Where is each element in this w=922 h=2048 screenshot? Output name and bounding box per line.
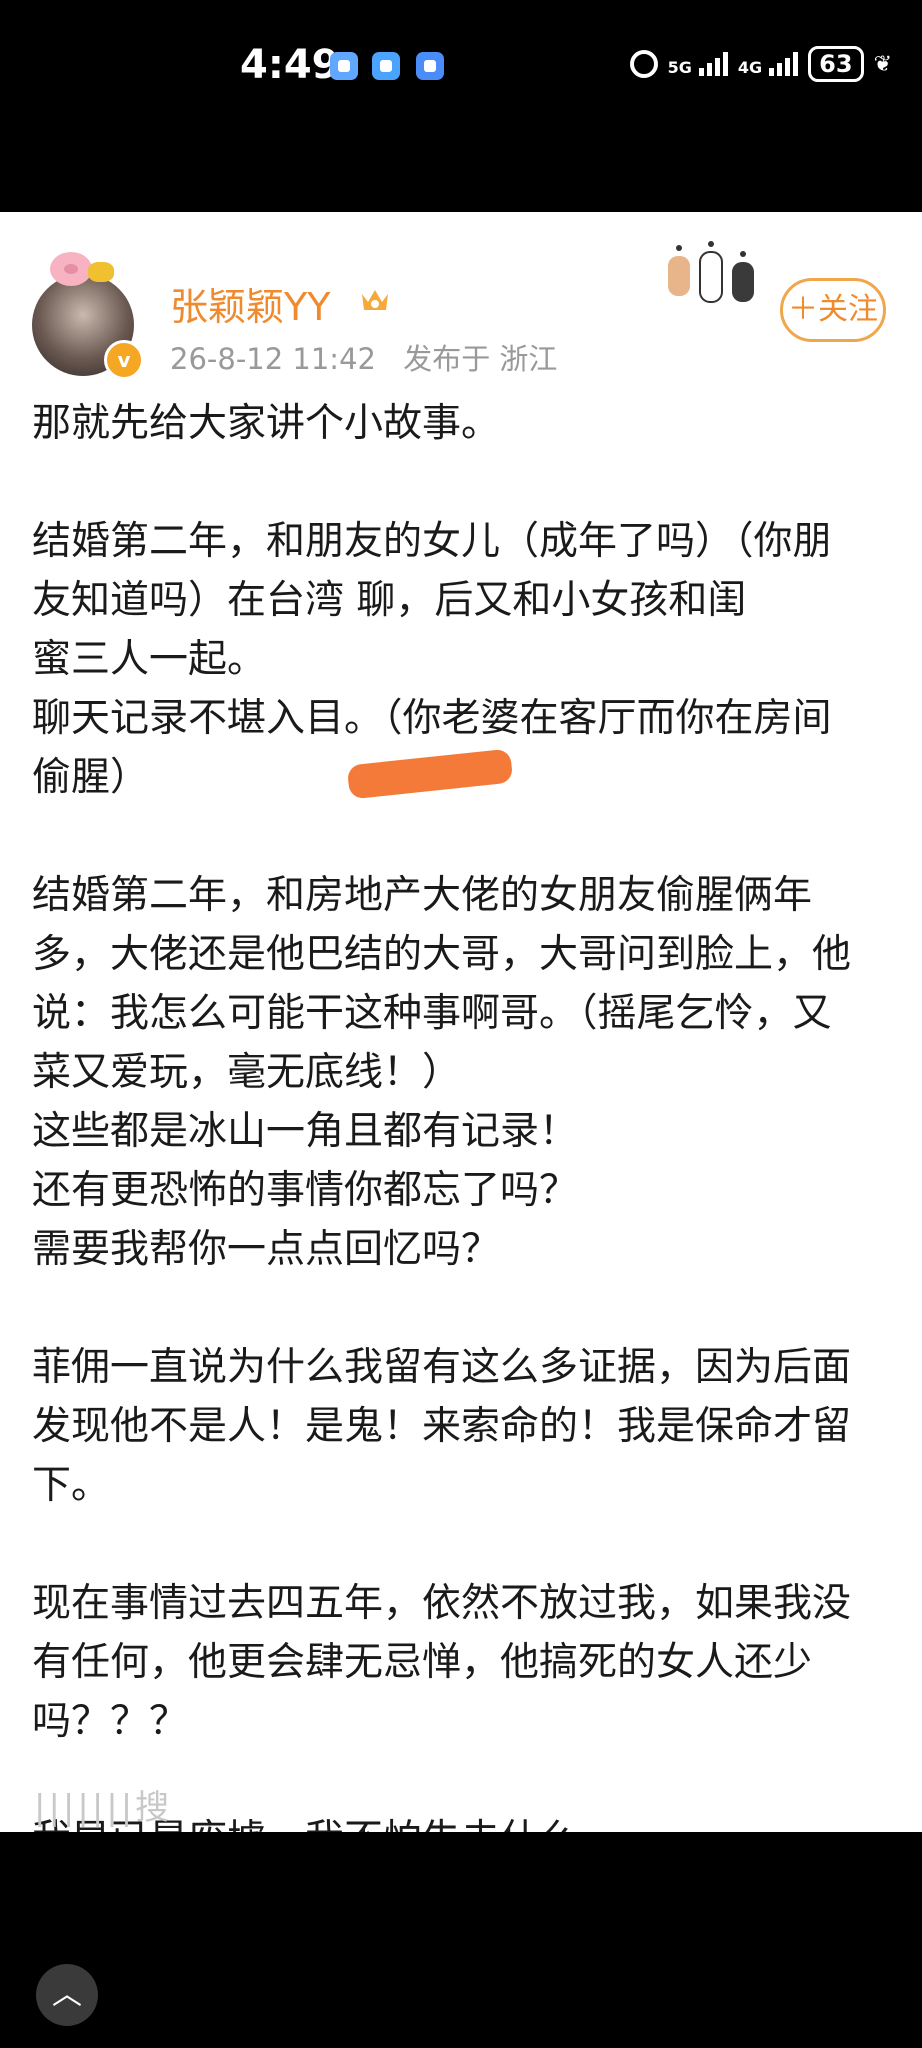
post-location: 发布于 浙江 <box>403 342 558 376</box>
post-text-line: 发现他不是人！是鬼！来索命的！我是保命才留 <box>32 1404 852 1449</box>
post-paragraph: 那就先给大家讲个小故事。 <box>32 394 892 453</box>
post-text-line: 下。 <box>32 1463 111 1508</box>
scroll-to-top-button[interactable]: ︿ <box>36 1964 98 2026</box>
crown-badge-icon <box>362 290 388 310</box>
follow-button[interactable]: ＋关注 <box>780 278 886 342</box>
post-text-line: 友知道吗）在台湾 聊，后又和小女孩和闺 <box>32 578 747 623</box>
post-text-line: 聊天记录不堪入目。（你老婆在客厅而你在房间 <box>32 696 832 741</box>
post-paragraph: 结婚第二年，和房地产大佬的女朋友偷腥俩年 多，大佬还是他巴结的大哥，大哥问到脸上，… <box>32 866 892 1279</box>
post-timestamp: 26-8-12 11:42 <box>170 342 376 376</box>
post-text-line: 现在事情过去四五年，依然不放过我，如果我没 <box>32 1581 852 1626</box>
post-paragraph: 菲佣一直说为什么我留有这么多证据，因为后面 发现他不是人！是鬼！来索命的！我是保命… <box>32 1338 892 1515</box>
username[interactable]: 张颖颖YY <box>170 276 330 331</box>
signal-4g-icon: 4G <box>738 52 799 76</box>
leaf-icon: ❦ <box>873 51 892 77</box>
post-text-line: 菲佣一直说为什么我留有这么多证据，因为后面 <box>32 1345 852 1390</box>
weibo-post-card: v 张颖颖YY 26-8-12 11:42 发布于 浙江 ＋关注 那就先给大家讲… <box>0 212 922 1832</box>
notification-app-icon <box>330 52 358 80</box>
post-text-line: 这些都是冰山一角且都有记录！ <box>32 1109 579 1154</box>
post-paragraph: 现在事情过去四五年，依然不放过我，如果我没 有任何，他更会肆无忌惮，他搞死的女人还… <box>32 1574 892 1751</box>
post-text-line: 蜜三人一起。 <box>32 637 267 682</box>
lightbulb-icon <box>416 52 444 80</box>
bottom-nav-area: ︿ <box>0 1832 922 2048</box>
shopping-bag-icon <box>372 52 400 80</box>
status-bar: 4:49 5G 4G 63 ❦ <box>0 0 922 140</box>
blurred-footer-text: |||||||搜 <box>34 1788 173 1828</box>
post-text-line: 那就先给大家讲个小故事。 <box>32 401 501 446</box>
post-text-line: 说：我怎么可能干这种事啊哥。（摇尾乞怜，又 <box>32 991 832 1036</box>
post-text-line: 需要我帮你一点点回忆吗？ <box>32 1227 501 1272</box>
post-text-line: 结婚第二年，和房地产大佬的女朋友偷腥俩年 <box>32 873 813 918</box>
post-body-text: 那就先给大家讲个小故事。结婚第二年，和朋友的女儿（成年了吗）（你朋 友知道吗）在台… <box>32 394 892 1832</box>
post-text-line: 还有更恐怖的事情你都忘了吗？ <box>32 1168 579 1213</box>
pig-decoration-icon <box>50 252 92 286</box>
battery-indicator: 63 <box>808 46 864 82</box>
clock: 4:49 <box>240 42 340 88</box>
post-meta: 26-8-12 11:42 发布于 浙江 <box>170 336 575 378</box>
post-text-line: 菜又爱玩，毫无底线！） <box>32 1050 462 1095</box>
cat-paw-decoration-icon <box>668 241 754 303</box>
post-text-line: 有任何，他更会肆无忌惮，他搞死的女人还少 <box>32 1640 813 1685</box>
post-text-line: 吗？？？ <box>32 1699 189 1744</box>
alarm-icon <box>629 50 658 78</box>
post-text-line: 结婚第二年，和朋友的女儿（成年了吗）（你朋 <box>32 519 832 564</box>
post-text-line: 多，大佬还是他巴结的大哥，大哥问到脸上，他 <box>32 932 852 977</box>
system-indicators: 5G 4G 63 ❦ <box>629 46 892 82</box>
verified-badge-icon: v <box>104 340 144 380</box>
bow-decoration-icon <box>88 262 114 282</box>
signal-5g-icon: 5G <box>668 52 728 76</box>
